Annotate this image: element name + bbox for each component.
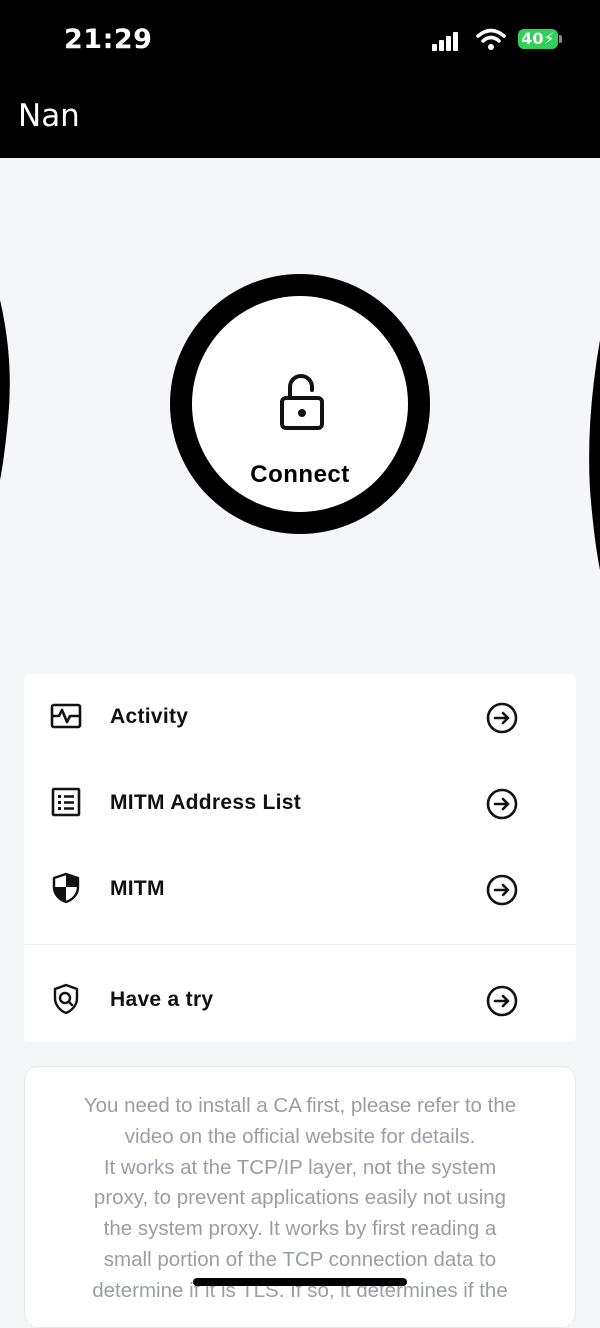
arrow-right-circle-icon bbox=[486, 702, 518, 734]
page-title: Nan bbox=[18, 98, 80, 134]
info-line: proxy, to prevent applications easily no… bbox=[93, 1186, 507, 1210]
info-line: video on the official website for detail… bbox=[124, 1124, 476, 1148]
unlock-icon bbox=[280, 374, 324, 430]
arrow-right-circle-icon bbox=[486, 874, 518, 906]
status-time: 21:29 bbox=[64, 24, 153, 55]
info-card: You need to install a CA first, please r… bbox=[24, 1066, 576, 1328]
left-edge-wave bbox=[0, 300, 10, 480]
menu-item-have-a-try[interactable]: Have a try bbox=[24, 957, 576, 1037]
search-shield-icon bbox=[53, 983, 79, 1015]
arrow-right-circle-icon bbox=[486, 985, 518, 1017]
info-line: the system proxy. It works by first read… bbox=[103, 1217, 497, 1241]
right-edge-wave bbox=[589, 340, 600, 570]
menu-item-mitm[interactable]: MITM bbox=[24, 846, 576, 926]
info-text: You need to install a CA first, please r… bbox=[25, 1091, 575, 1307]
activity-icon bbox=[50, 703, 82, 729]
app-header: 21:29 40⚡ Nan bbox=[0, 0, 600, 158]
list-icon bbox=[51, 787, 81, 817]
signal-icon bbox=[432, 31, 460, 51]
charging-bolt-icon: ⚡ bbox=[543, 29, 555, 48]
info-line: You need to install a CA first, please r… bbox=[83, 1094, 517, 1117]
menu-item-label: MITM bbox=[110, 877, 165, 900]
wifi-icon bbox=[476, 28, 506, 50]
menu-item-label: MITM Address List bbox=[110, 791, 302, 814]
home-indicator[interactable] bbox=[193, 1278, 407, 1286]
info-line: It works at the TCP/IP layer, not the sy… bbox=[103, 1155, 497, 1179]
battery-level: 40 bbox=[521, 29, 544, 48]
connect-label: Connect bbox=[250, 461, 350, 488]
info-line: small portion of the TCP connection data… bbox=[103, 1247, 497, 1271]
divider bbox=[24, 944, 576, 945]
menu-item-label: Activity bbox=[110, 705, 189, 728]
connect-button[interactable]: Connect bbox=[192, 296, 408, 512]
menu-card: Activity MITM Address List MITM Have a t… bbox=[24, 674, 576, 1042]
menu-item-label: Have a try bbox=[110, 988, 214, 1011]
arrow-right-circle-icon bbox=[486, 788, 518, 820]
menu-item-activity[interactable]: Activity bbox=[24, 674, 576, 754]
battery-icon: 40⚡ bbox=[518, 29, 562, 49]
shield-icon bbox=[52, 872, 80, 904]
menu-item-mitm-address-list[interactable]: MITM Address List bbox=[24, 760, 576, 840]
connect-ring: Connect bbox=[170, 274, 430, 534]
